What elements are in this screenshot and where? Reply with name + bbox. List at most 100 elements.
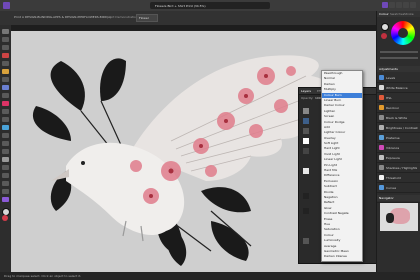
layer-thumbnail[interactable] — [303, 168, 309, 174]
adjustment-icon — [379, 105, 384, 110]
eraser-tool-icon[interactable] — [2, 93, 9, 98]
smudge-tool-icon[interactable] — [2, 117, 9, 122]
adjustment-label: Threshold — [386, 175, 401, 180]
adjustment-icon — [379, 95, 384, 100]
tab-navigator[interactable]: Navigator — [379, 196, 394, 200]
clone-tool-icon[interactable] — [2, 85, 9, 90]
context-dropdown[interactable]: Flower — [136, 14, 158, 22]
tab-stroke[interactable]: Stroke — [404, 12, 414, 16]
marquee-tool-icon[interactable] — [2, 77, 9, 82]
layer-thumbnail[interactable] — [303, 118, 309, 124]
brush-tool-icon[interactable] — [2, 53, 9, 58]
adjustments-list: Levels White Balance HSL Recolour Black & Wh… — [377, 73, 420, 203]
shape-tool-icon[interactable] — [2, 133, 9, 138]
mesh-warp-icon[interactable] — [2, 197, 9, 202]
adjustment-label: Shadows / Highlights — [386, 165, 418, 170]
blemish-icon[interactable] — [2, 181, 9, 186]
app-logo — [3, 2, 10, 9]
window-title: Flowers Bird + Shirt Print (34.5%) — [155, 3, 206, 8]
layer-thumbnail[interactable] — [303, 148, 309, 154]
liquify-persona-icon[interactable] — [389, 2, 395, 8]
adjustment-label: Exposure — [386, 155, 400, 160]
adjustment-label: Vibrance — [386, 145, 400, 150]
tab-colour[interactable]: Colour — [379, 12, 389, 16]
gradient-tool-icon[interactable] — [2, 101, 9, 106]
colour-wheel[interactable] — [391, 21, 415, 45]
adjustment-item[interactable]: Threshold — [377, 173, 420, 183]
adjustment-item[interactable]: HSL — [377, 93, 420, 103]
adjustment-icon — [379, 185, 384, 190]
move-tool-icon[interactable] — [2, 29, 9, 34]
blend-mode-option[interactable]: Darken Intense — [322, 254, 362, 259]
adjustment-item[interactable]: Brightness / Contrast — [377, 123, 420, 133]
tab-layers[interactable]: Layers — [301, 89, 311, 93]
persona-switcher — [382, 2, 416, 9]
adjustment-icon — [379, 155, 384, 160]
layer-thumbnail[interactable] — [303, 208, 309, 214]
fill-colour-icon[interactable] — [381, 23, 389, 31]
vector-crop-icon[interactable] — [2, 149, 9, 154]
adjustment-item[interactable]: Shadows / Highlights — [377, 163, 420, 173]
crop-tool-icon[interactable] — [2, 45, 9, 50]
adjustment-label: White Balance — [386, 85, 408, 90]
adjustment-icon — [379, 145, 384, 150]
document-tab-label: Print A DESIGN-BLINDING-APPS & DESIGN-PI… — [14, 15, 112, 19]
flood-fill-icon[interactable] — [2, 69, 9, 74]
adjustment-icon — [379, 75, 384, 80]
adjustment-item[interactable]: Black & White — [377, 113, 420, 123]
layer-thumbnail[interactable] — [303, 238, 309, 244]
adjustment-icon — [379, 135, 384, 140]
tab-adjustments[interactable]: Adjustments — [379, 67, 398, 71]
adjustment-icon — [379, 125, 384, 130]
adjustment-item[interactable]: Vibrance — [377, 143, 420, 153]
adjustment-item[interactable]: Recolour — [377, 103, 420, 113]
window-title-box: Flowers Bird + Shirt Print (34.5%) — [150, 2, 270, 9]
noise-slider[interactable] — [380, 57, 418, 59]
adjustment-icon — [379, 165, 384, 170]
secondary-colour-swatch[interactable] — [2, 215, 8, 221]
layer-thumbnail[interactable] — [303, 128, 309, 134]
blend-mode-menu: Passthrough Normal Darken Multiply Colour Bu… — [321, 70, 363, 262]
adjustment-item[interactable]: Exposure — [377, 153, 420, 163]
navigator-preview[interactable] — [380, 203, 418, 231]
pen-tool-icon[interactable] — [2, 125, 9, 130]
blend-mode-list: Passthrough Normal Darken Multiply Colour Bu… — [322, 71, 362, 260]
title-bar: Flowers Bird + Shirt Print (34.5%) — [0, 0, 420, 11]
export-persona-icon[interactable] — [410, 2, 416, 8]
adjustment-item[interactable]: Levels — [377, 73, 420, 83]
layer-thumbnail[interactable] — [303, 138, 309, 144]
dodge-tool-icon[interactable] — [2, 109, 9, 114]
red-eye-icon[interactable] — [2, 173, 9, 178]
tab-swatches[interactable]: Swatches — [390, 12, 404, 16]
tone-map-persona-icon[interactable] — [403, 2, 409, 8]
adjustment-item[interactable]: White Balance — [377, 83, 420, 93]
colour-panel-tabs: Colour Swatches Stroke — [377, 11, 420, 17]
adjustment-label: Black & White — [386, 115, 408, 120]
opacity-label: Opacity: — [301, 96, 314, 100]
inpainting-icon[interactable] — [2, 165, 9, 170]
text-tool-icon[interactable] — [2, 141, 9, 146]
adjustment-label: Recolour — [386, 105, 400, 110]
layer-thumbnail[interactable] — [303, 193, 309, 199]
adjustments-tabs: Adjustments — [377, 66, 420, 72]
colour-picker-icon[interactable] — [2, 157, 9, 162]
adjustment-label: Levels — [386, 75, 396, 80]
layer-thumbnail[interactable] — [303, 108, 309, 114]
develop-persona-icon[interactable] — [396, 2, 402, 8]
patch-tool-icon[interactable] — [2, 189, 9, 194]
context-toolbar: Print A DESIGN-BLINDING-APPS & DESIGN-PI… — [0, 11, 420, 26]
navigator-tabs: Navigator — [377, 195, 420, 201]
adjustment-icon — [379, 85, 384, 90]
adjustment-item[interactable]: Posterise — [377, 133, 420, 143]
stroke-colour-icon[interactable] — [381, 33, 387, 39]
opacity-slider[interactable] — [380, 51, 418, 53]
view-tool-icon[interactable] — [2, 37, 9, 42]
photo-persona-icon[interactable] — [382, 2, 388, 8]
context-dropdown-value: Flower — [139, 16, 149, 20]
studio-panel: Colour Swatches Stroke Adjustments Level… — [376, 11, 420, 272]
selection-brush-icon[interactable] — [2, 61, 9, 66]
adjustment-icon — [379, 175, 384, 180]
adjustment-item[interactable]: Curves — [377, 183, 420, 193]
navigator-thumbnail-leaf — [386, 213, 394, 223]
colour-wheel-center — [398, 28, 408, 38]
